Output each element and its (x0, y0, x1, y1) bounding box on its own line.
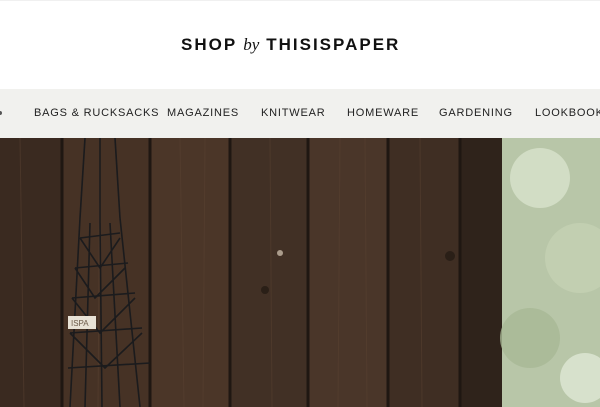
bag-tag-label: ISPA (71, 319, 89, 328)
brand-word-thisispaper: THISISPAPER (266, 35, 401, 54)
main-navigation: BAGS & RUCKSACKS MAGAZINES KNITWEAR HOME… (0, 89, 600, 138)
nav-scroll-indicator (0, 111, 2, 115)
nav-item-knitwear[interactable]: KNITWEAR (261, 89, 325, 138)
brand-word-shop: SHOP (181, 35, 238, 54)
nav-item-lookbook[interactable]: LOOKBOOK (535, 89, 600, 138)
nav-item-homeware[interactable]: HOMEWARE (347, 89, 419, 138)
brand-logo[interactable]: SHOP by THISISPAPER (181, 34, 400, 56)
nav-item-magazines[interactable]: MAGAZINES (167, 89, 239, 138)
hero-image[interactable]: ISPA (0, 138, 600, 407)
nav-item-gardening[interactable]: GARDENING (439, 89, 513, 138)
hero-photo-wood-wall: ISPA (0, 138, 600, 407)
nav-item-bags-rucksacks[interactable]: BAGS & RUCKSACKS (34, 89, 159, 138)
brand-word-by: by (243, 35, 260, 54)
site-header: SHOP by THISISPAPER (0, 0, 600, 89)
